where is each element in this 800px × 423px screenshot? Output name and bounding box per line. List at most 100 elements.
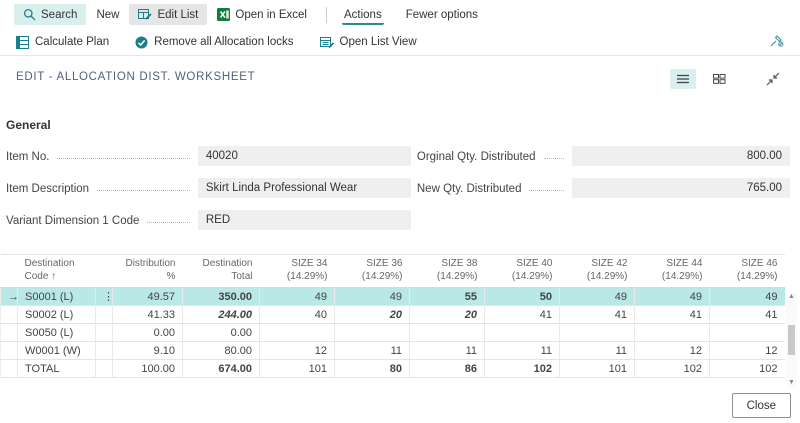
size-cell[interactable] (410, 324, 485, 342)
size-cell[interactable]: 55 (410, 288, 485, 306)
size-cell[interactable] (485, 324, 560, 342)
destination-total-cell[interactable]: 244.00 (183, 306, 260, 324)
table-row-s0050[interactable]: S0050 (L) 0.00 0.00 (1, 324, 785, 342)
col-destination-code[interactable]: DestinationCode ↑ (18, 255, 96, 288)
size-cell[interactable]: 49 (560, 288, 635, 306)
total-size-cell: 102 (635, 360, 710, 378)
size-cell[interactable] (635, 324, 710, 342)
distribution-pct-cell[interactable]: 9.10 (113, 342, 183, 360)
total-size-cell: 102 (710, 360, 785, 378)
search-label: Search (41, 9, 77, 21)
pin-icon (769, 33, 784, 48)
fewer-options-button[interactable]: Fewer options (396, 5, 488, 25)
size-cell[interactable]: 11 (410, 342, 485, 360)
edit-list-label: Edit List (157, 9, 198, 21)
col-size-46[interactable]: SIZE 46(14.29%) (710, 255, 785, 288)
dotted-leader (544, 158, 564, 159)
search-button[interactable]: Search (14, 4, 86, 25)
col-size-42[interactable]: SIZE 42(14.29%) (560, 255, 635, 288)
new-button[interactable]: New (86, 5, 129, 25)
scroll-up-icon[interactable]: ▲ (788, 293, 795, 301)
destination-code-cell[interactable]: S0001 (L) (18, 288, 96, 306)
collapse-page-button[interactable] (760, 69, 786, 89)
size-cell[interactable]: 11 (560, 342, 635, 360)
variant-dimension-input[interactable]: RED (198, 210, 411, 230)
size-cell[interactable] (260, 324, 335, 342)
col-destination-total[interactable]: DestinationTotal (183, 255, 260, 288)
open-in-excel-button[interactable]: Open in Excel (207, 4, 317, 25)
size-cell[interactable]: 49 (335, 288, 410, 306)
size-cell[interactable]: 49 (710, 288, 785, 306)
distribution-pct-cell[interactable]: 41.33 (113, 306, 183, 324)
table-row-total: TOTAL 100.00 674.00 101 80 86 102 101 10… (1, 360, 785, 378)
page-title-bar: EDIT - ALLOCATION DIST. WORKSHEET (0, 56, 800, 96)
size-cell[interactable] (560, 324, 635, 342)
original-qty-input[interactable]: 800.00 (572, 146, 790, 166)
table-row-s0002[interactable]: S0002 (L) 41.33 244.00 40 20 20 41 41 41… (1, 306, 785, 324)
table-header-row: DestinationCode ↑ Distribution % Destina… (1, 255, 785, 288)
destination-code-cell[interactable]: W0001 (W) (18, 342, 96, 360)
table-row-s0001[interactable]: → S0001 (L) ⋮ 49.57 350.00 49 49 55 50 4… (1, 288, 785, 306)
size-cell[interactable]: 41 (710, 306, 785, 324)
size-cell[interactable]: 49 (260, 288, 335, 306)
col-size-38[interactable]: SIZE 38(14.29%) (410, 255, 485, 288)
selected-row-arrow-icon: → (1, 288, 18, 306)
original-qty-label: Orginal Qty. Distributed (417, 151, 536, 166)
item-description-input[interactable]: Skirt Linda Professional Wear (198, 178, 411, 198)
destination-total-cell[interactable]: 0.00 (183, 324, 260, 342)
size-cell[interactable]: 20 (410, 306, 485, 324)
col-size-40[interactable]: SIZE 40(14.29%) (485, 255, 560, 288)
table-scrollbar[interactable]: ▲ ▼ (786, 293, 797, 387)
field-item-no: Item No. 40020 (6, 146, 411, 166)
scroll-down-icon[interactable]: ▼ (788, 379, 795, 387)
tiles-icon (713, 74, 726, 84)
calculate-plan-button[interactable]: Calculate Plan (16, 36, 109, 49)
search-icon (23, 8, 36, 21)
size-cell[interactable]: 41 (560, 306, 635, 324)
calculate-plan-label: Calculate Plan (35, 36, 109, 48)
size-cell[interactable]: 49 (635, 288, 710, 306)
size-cell[interactable]: 11 (335, 342, 410, 360)
destination-total-cell[interactable]: 350.00 (183, 288, 260, 306)
open-list-view-button[interactable]: Open List View (320, 36, 417, 49)
destination-code-cell[interactable]: S0050 (L) (18, 324, 96, 342)
destination-code-cell[interactable]: S0002 (L) (18, 306, 96, 324)
dotted-leader (97, 190, 190, 191)
list-view-toggle[interactable] (670, 69, 696, 89)
destination-total-cell[interactable]: 80.00 (183, 342, 260, 360)
col-size-44[interactable]: SIZE 44(14.29%) (635, 255, 710, 288)
distribution-pct-cell[interactable]: 49.57 (113, 288, 183, 306)
close-button[interactable]: Close (732, 393, 791, 418)
size-cell[interactable]: 12 (260, 342, 335, 360)
edit-list-button[interactable]: Edit List (129, 4, 207, 25)
size-cell[interactable]: 20 (335, 306, 410, 324)
col-size-36[interactable]: SIZE 36(14.29%) (335, 255, 410, 288)
tile-view-toggle[interactable] (706, 69, 732, 89)
size-cell[interactable]: 11 (485, 342, 560, 360)
check-circle-icon (135, 36, 148, 49)
col-row-options (96, 255, 113, 288)
table-row-w0001[interactable]: W0001 (W) 9.10 80.00 12 11 11 11 11 12 1… (1, 342, 785, 360)
size-cell[interactable]: 41 (635, 306, 710, 324)
size-cell[interactable] (710, 324, 785, 342)
view-switcher (670, 69, 786, 89)
size-cell[interactable]: 40 (260, 306, 335, 324)
item-no-input[interactable]: 40020 (198, 146, 411, 166)
size-cell[interactable]: 12 (710, 342, 785, 360)
new-qty-input[interactable]: 765.00 (572, 178, 790, 198)
size-cell[interactable]: 41 (485, 306, 560, 324)
dotted-leader (147, 222, 189, 223)
remove-allocation-locks-button[interactable]: Remove all Allocation locks (135, 36, 293, 49)
col-distribution-pct[interactable]: Distribution % (113, 255, 183, 288)
row-options-icon[interactable]: ⋮ (96, 288, 113, 306)
actions-menu[interactable]: Actions (342, 5, 384, 25)
scrollbar-thumb[interactable] (788, 325, 795, 355)
distribution-pct-cell[interactable]: 0.00 (113, 324, 183, 342)
size-cell[interactable] (335, 324, 410, 342)
size-cell[interactable]: 12 (635, 342, 710, 360)
size-cell[interactable]: 50 (485, 288, 560, 306)
actions-sub-bar: Calculate Plan Remove all Allocation loc… (0, 29, 800, 56)
general-section-heading: General (0, 96, 800, 132)
unpin-button[interactable] (769, 33, 784, 48)
col-size-34[interactable]: SIZE 34(14.29%) (260, 255, 335, 288)
